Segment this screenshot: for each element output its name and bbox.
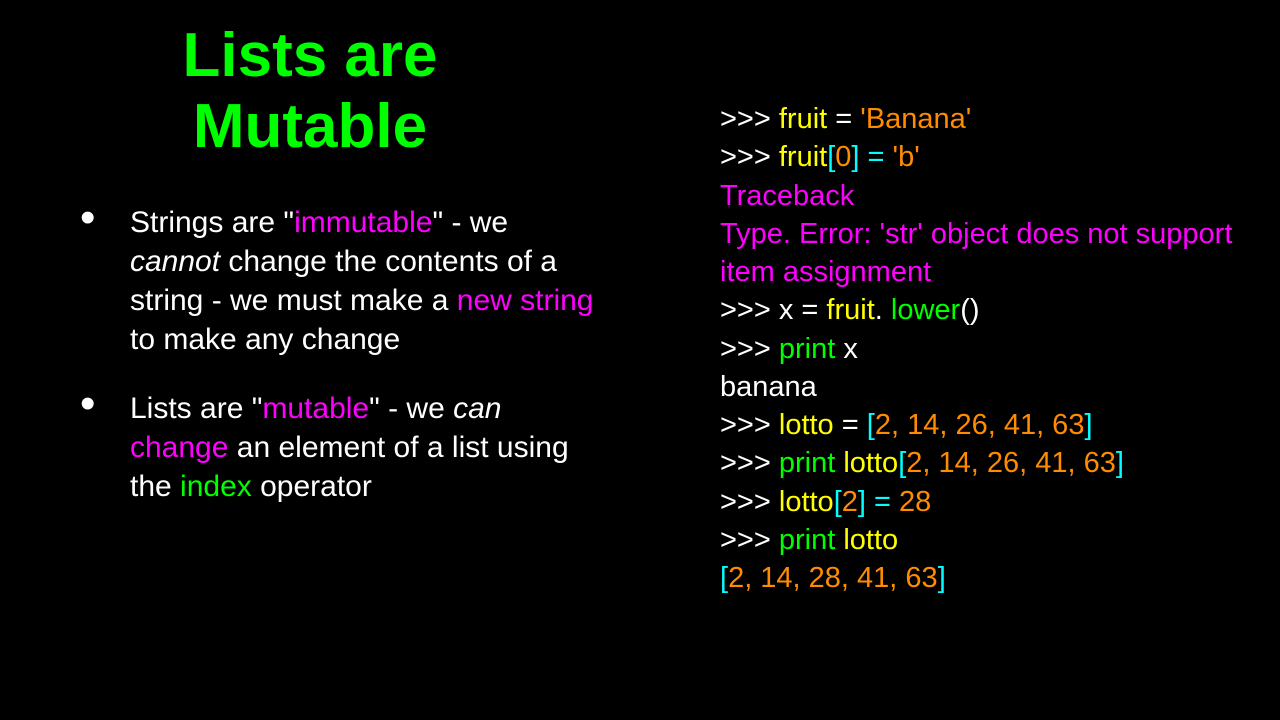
text: " - we	[369, 392, 453, 425]
text: to make any change	[130, 323, 400, 356]
text: Strings are "	[130, 206, 294, 239]
text: Lists are "	[130, 392, 262, 425]
bullet-list: Strings are "immutable" - we cannot chan…	[60, 203, 600, 506]
code-line: >>> print lotto[2, 14, 26, 41, 63]	[720, 444, 1240, 482]
code-line: >>> print x	[720, 330, 1240, 368]
code-line: [2, 14, 28, 41, 63]	[720, 559, 1240, 597]
text-italic: can	[453, 392, 501, 425]
code-block: >>> fruit = 'Banana' >>> fruit[0] = 'b' …	[720, 100, 1240, 597]
code-line: >>> fruit[0] = 'b'	[720, 138, 1240, 176]
code-line: >>> lotto[2] = 28	[720, 483, 1240, 521]
bullet-item-2: Lists are "mutable" - we can change an e…	[100, 389, 600, 506]
text-highlight: mutable	[262, 392, 369, 425]
code-line: Type. Error: 'str' object does not suppo…	[720, 215, 1240, 292]
left-column: Lists are Mutable Strings are "immutable…	[0, 0, 620, 720]
code-column: >>> fruit = 'Banana' >>> fruit[0] = 'b' …	[620, 0, 1280, 720]
code-line: >>> lotto = [2, 14, 26, 41, 63]	[720, 406, 1240, 444]
code-line: Traceback	[720, 177, 1240, 215]
code-line: >>> fruit = 'Banana'	[720, 100, 1240, 138]
bullet-item-1: Strings are "immutable" - we cannot chan…	[100, 203, 600, 359]
text-highlight: index	[180, 470, 252, 503]
text-highlight: new string	[457, 284, 594, 317]
text-italic: cannot	[130, 245, 220, 278]
slide-title: Lists are Mutable	[60, 20, 600, 163]
text: operator	[252, 470, 372, 503]
code-line: >>> x = fruit. lower()	[720, 291, 1240, 329]
text: " - we	[432, 206, 508, 239]
text-highlight: immutable	[294, 206, 432, 239]
code-line: >>> print lotto	[720, 521, 1240, 559]
text-highlight: change	[130, 431, 228, 464]
code-line: banana	[720, 368, 1240, 406]
